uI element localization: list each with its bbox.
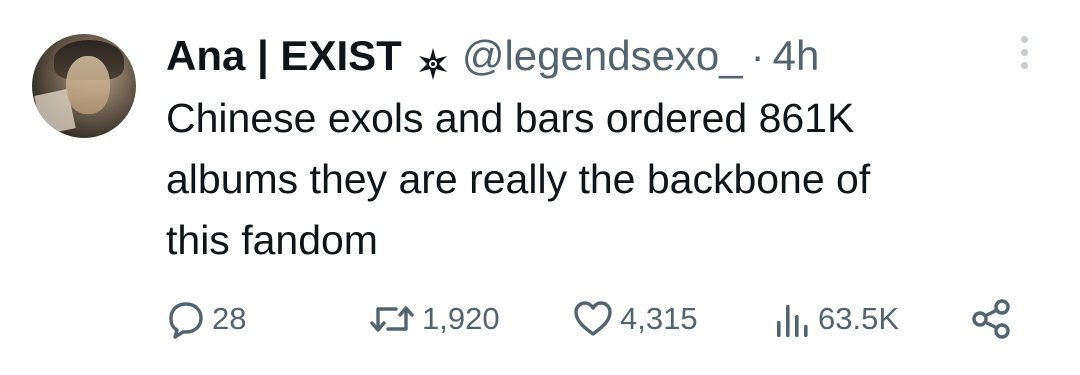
share-icon <box>970 298 1014 340</box>
tweet-header: Ana | EXIST @legendsexo_ · 4h <box>166 28 819 84</box>
header-separator: · <box>750 32 765 79</box>
repost-icon <box>368 299 416 339</box>
avatar[interactable] <box>32 34 136 138</box>
share-button[interactable] <box>970 296 1014 342</box>
views-count: 63.5K <box>818 301 900 336</box>
author-handle[interactable]: @legendsexo_ <box>462 28 743 84</box>
flower-badge-icon <box>416 39 450 80</box>
author-name[interactable]: Ana | EXIST <box>166 28 402 84</box>
tweet-text: Chinese exols and bars ordered 861K albu… <box>166 95 871 263</box>
reply-button[interactable]: 28 <box>166 296 246 342</box>
reply-icon <box>166 299 206 339</box>
reply-count: 28 <box>212 301 247 336</box>
action-bar: 28 1,920 4,315 63.5K <box>0 296 1080 342</box>
views-button[interactable]: 63.5K <box>772 296 899 342</box>
views-chart-icon <box>772 299 812 339</box>
avatar-face <box>66 56 110 114</box>
like-count: 4,315 <box>620 301 698 336</box>
like-button[interactable]: 4,315 <box>572 296 698 342</box>
repost-button[interactable]: 1,920 <box>368 296 500 342</box>
repost-count: 1,920 <box>422 301 500 336</box>
heart-icon <box>572 299 614 339</box>
more-vertical-icon[interactable] <box>1012 36 1036 76</box>
tweet-timestamp[interactable]: 4h <box>773 28 820 84</box>
